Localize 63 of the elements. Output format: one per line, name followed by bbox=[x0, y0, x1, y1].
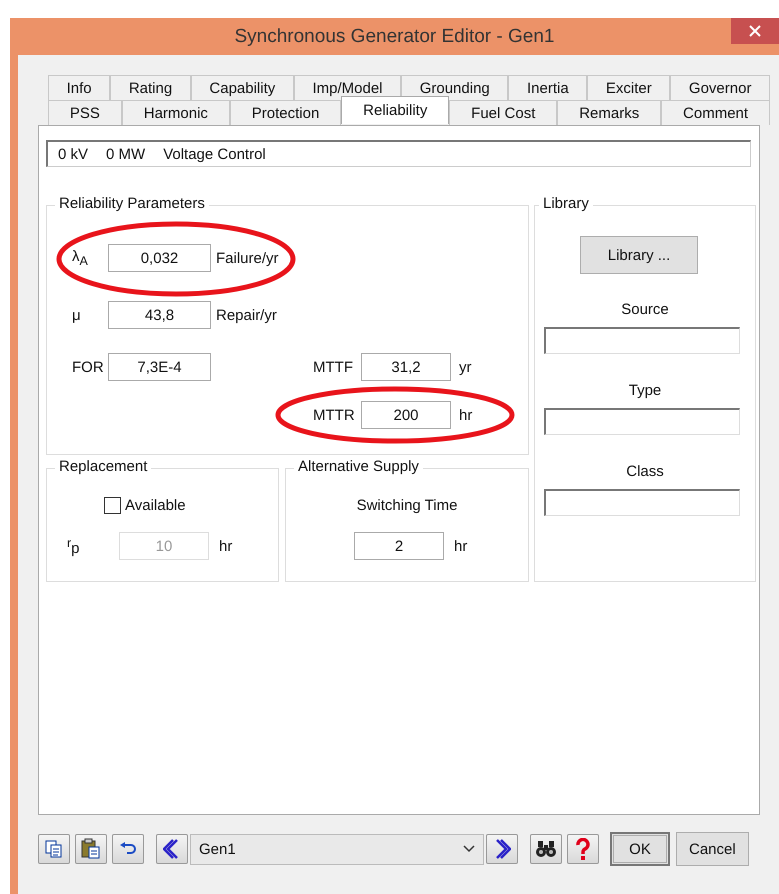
field-label: MTTF bbox=[313, 358, 354, 376]
cancel-button[interactable]: Cancel bbox=[676, 832, 749, 866]
field-label: Switching Time bbox=[356, 497, 458, 514]
unit-label: Failure/yr bbox=[216, 250, 279, 266]
unit-label: hr bbox=[454, 538, 468, 554]
generator-dropdown[interactable]: Gen1 bbox=[190, 834, 484, 864]
field-label: FOR bbox=[72, 358, 105, 376]
unit-label: Repair/yr bbox=[216, 306, 277, 324]
ok-button[interactable]: OK bbox=[610, 832, 670, 866]
input-field[interactable] bbox=[544, 327, 740, 354]
next-icon[interactable] bbox=[486, 834, 518, 864]
group-title: Reliability Parameters bbox=[55, 195, 209, 212]
lambda-symbol: λ$_{A}$ bbox=[72, 248, 89, 268]
field-label: MTTR bbox=[313, 406, 356, 424]
value-field[interactable]: 2 bbox=[354, 532, 444, 560]
tab[interactable]: Rating bbox=[110, 75, 191, 100]
value-field[interactable]: 43,8 bbox=[108, 301, 211, 329]
field-label: Source bbox=[620, 301, 670, 318]
unit-label: yr bbox=[459, 358, 472, 376]
group-title: Replacement bbox=[55, 458, 152, 475]
tab[interactable]: Reliability bbox=[341, 96, 450, 124]
field-label: Class bbox=[625, 463, 665, 480]
close-icon[interactable] bbox=[731, 18, 779, 44]
group-title: Library bbox=[539, 195, 593, 212]
tab[interactable]: Comment bbox=[661, 100, 770, 125]
unit-label: hr bbox=[219, 538, 232, 554]
value-field[interactable]: 0,032 bbox=[108, 244, 211, 272]
binoculars-icon[interactable] bbox=[530, 834, 562, 864]
info-text: 0 MW bbox=[106, 146, 146, 162]
tab[interactable]: Grounding bbox=[401, 75, 508, 100]
paste-icon[interactable] bbox=[75, 834, 107, 864]
unit-label: hr bbox=[459, 406, 472, 424]
tab[interactable]: PSS bbox=[48, 100, 122, 125]
checkbox-label: Available bbox=[125, 496, 186, 514]
group-title: Alternative Supply bbox=[294, 458, 423, 475]
value-field[interactable]: 31,2 bbox=[361, 353, 451, 381]
tab[interactable]: Exciter bbox=[587, 75, 670, 100]
field-label: Type bbox=[628, 382, 662, 399]
info-text: Voltage Control bbox=[163, 146, 266, 162]
tab[interactable]: Fuel Cost bbox=[449, 100, 558, 125]
tab[interactable]: Imp/Model bbox=[294, 75, 402, 100]
undo-icon[interactable] bbox=[112, 834, 144, 864]
input-field[interactable] bbox=[544, 408, 740, 435]
mu-symbol: μ bbox=[72, 306, 82, 324]
tab[interactable]: Protection bbox=[230, 100, 342, 125]
tab[interactable]: Remarks bbox=[557, 100, 662, 125]
tab[interactable]: Harmonic bbox=[122, 100, 230, 125]
checkbox[interactable] bbox=[104, 496, 121, 514]
caret-icon bbox=[463, 845, 475, 853]
window-title: Synchronous Generator Editor - Gen1 bbox=[234, 26, 554, 48]
copy-icon[interactable] bbox=[38, 834, 70, 864]
rp-symbol: $^{r}$p bbox=[67, 536, 81, 556]
input-field[interactable] bbox=[544, 489, 740, 516]
library-button[interactable]: Library ... bbox=[580, 236, 698, 274]
tab[interactable]: Capability bbox=[190, 75, 294, 100]
value-field[interactable]: 200 bbox=[361, 401, 451, 429]
tab[interactable]: Governor bbox=[670, 75, 770, 100]
previous-icon[interactable] bbox=[156, 834, 188, 864]
value-field[interactable]: 7,3E-4 bbox=[108, 353, 211, 381]
tab[interactable]: Info bbox=[48, 75, 110, 100]
tab[interactable]: Inertia bbox=[508, 75, 588, 100]
info-text: 0 kV bbox=[58, 146, 88, 162]
help-icon[interactable] bbox=[567, 834, 599, 864]
